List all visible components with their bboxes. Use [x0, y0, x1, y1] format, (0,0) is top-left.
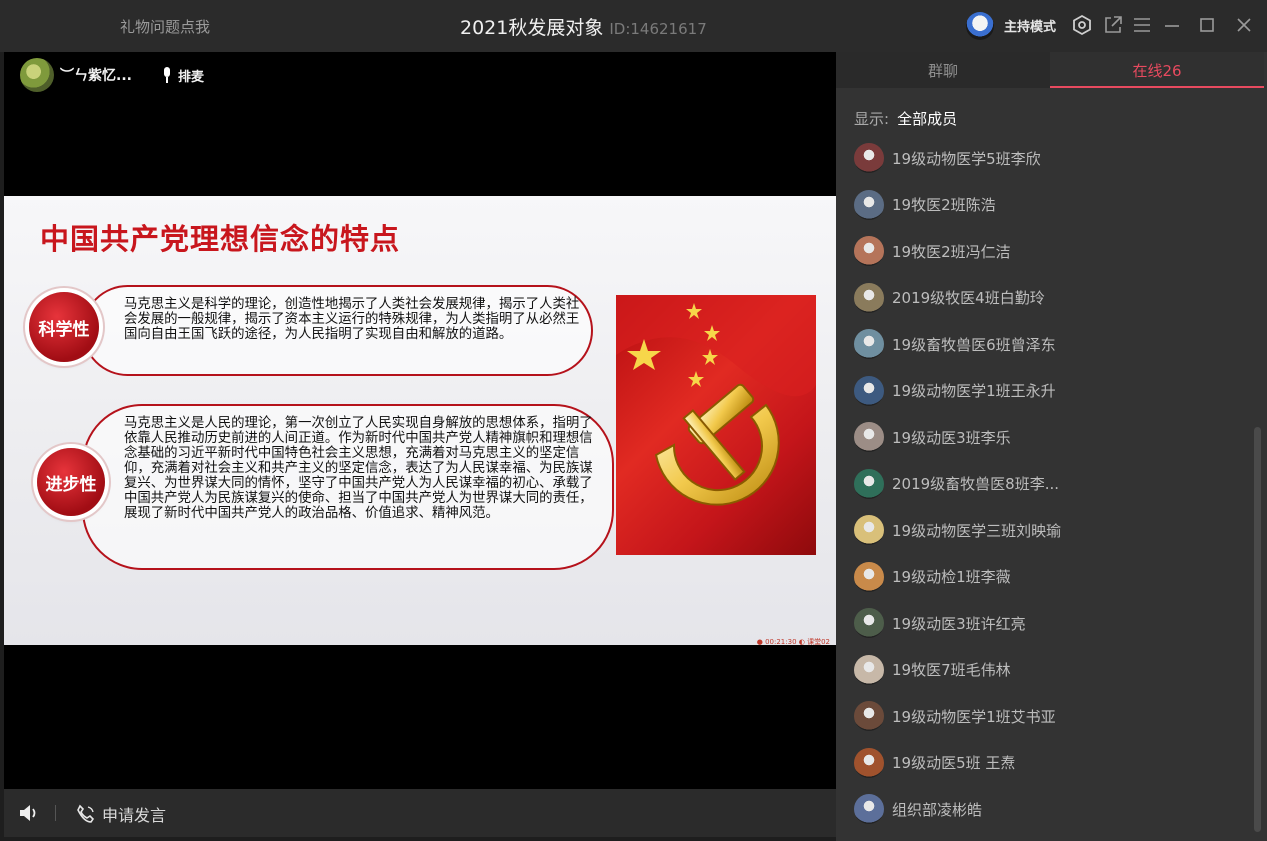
settings-icon[interactable] [1070, 13, 1094, 37]
member-item[interactable]: 19级动物医学1班艾书亚 [854, 700, 1056, 732]
member-name: 19牧医7班毛伟林 [892, 661, 1011, 679]
slide-title: 中国共产党理想信念的特点 [40, 222, 401, 256]
member-name: 19级动医5班 王焘 [892, 754, 1016, 772]
member-name: 19级动物医学1班王永升 [892, 382, 1056, 400]
member-item[interactable]: 19级动物医学三班刘映瑜 [854, 514, 1061, 546]
tab-group-chat[interactable]: 群聊 [836, 52, 1050, 88]
member-name: 19牧医2班陈浩 [892, 196, 996, 214]
member-name: 19级畜牧兽医6班曾泽东 [892, 335, 1056, 354]
panel-tabs: 群聊 在线26 [836, 52, 1267, 88]
mic-queue-button[interactable]: 排麦 [162, 66, 204, 85]
member-name: 19级动物医学1班艾书亚 [892, 707, 1056, 726]
presenter-name: ︶ㄣ紫忆... [60, 68, 132, 84]
presentation-slide: 中国共产党理想信念的特点 科学性 马克思主义是科学的理论，创造性地揭示了人类社会… [4, 196, 836, 645]
member-item[interactable]: 19级动医5班 王焘 [854, 747, 1015, 779]
maximize-icon[interactable] [1195, 13, 1219, 37]
member-filter: 显示: 全部成员 [854, 108, 957, 129]
presenter-avatar[interactable] [20, 58, 54, 92]
member-avatar [854, 515, 884, 545]
member-avatar [854, 468, 884, 499]
popout-icon[interactable] [1101, 13, 1125, 37]
video-stage: ︶ㄣ紫忆... 排麦 中国共产党理想信念的特点 科学性 马克思主义是科学的理论，… [4, 52, 836, 789]
tab-online-members[interactable]: 在线26 [1050, 52, 1264, 88]
room-title: 2021秋发展对象 ID:14621617 [460, 13, 707, 40]
member-name: 2019级牧医4班白勤玲 [892, 289, 1045, 307]
member-item[interactable]: 19牧医2班冯仁洁 [854, 235, 1011, 267]
member-avatar [854, 282, 884, 313]
filter-label: 显示: [854, 110, 890, 128]
filter-value[interactable]: 全部成员 [897, 110, 957, 128]
title-bar: 礼物问题点我 2021秋发展对象 ID:14621617 主持模式 [0, 0, 1267, 52]
member-avatar [854, 329, 884, 359]
point-text-scientific: 马克思主义是科学的理论，创造性地揭示了人类社会发展规律，揭示了人类社会发展的一般… [124, 297, 580, 342]
member-name: 19级动物医学三班刘映瑜 [892, 521, 1062, 540]
minimize-icon[interactable] [1160, 13, 1184, 37]
microphone-icon [163, 67, 170, 83]
member-avatar [854, 422, 884, 452]
member-name: 19级动检1班李薇 [892, 568, 1011, 586]
badge-progressive: 进步性 [37, 448, 105, 516]
menu-icon[interactable] [1130, 13, 1154, 37]
member-avatar [854, 143, 884, 173]
member-list-scrollbar[interactable] [1254, 427, 1261, 832]
bottom-control-bar: 申请发言 [4, 789, 836, 837]
member-avatar [854, 747, 884, 778]
member-item[interactable]: 组织部凌彬皓 [854, 793, 982, 825]
member-name: 19牧医2班冯仁洁 [892, 242, 1011, 261]
member-avatar [854, 701, 884, 731]
member-name: 19级动物医学5班李欣 [892, 149, 1041, 168]
member-item[interactable]: 19级畜牧兽医6班曾泽东 [854, 328, 1056, 360]
right-panel: 群聊 在线26 显示: 全部成员 19级动物医学5班李欣 19牧医2班陈浩 19牧医2… [836, 52, 1267, 841]
member-item[interactable]: 19牧医7班毛伟林 [854, 654, 1011, 686]
host-mode-label[interactable]: 主持模式 [1004, 16, 1056, 35]
member-item[interactable]: 19级动医3班许红亮 [854, 607, 1026, 639]
member-avatar [854, 561, 884, 592]
host-avatar[interactable] [966, 12, 994, 40]
gift-help-link[interactable]: 礼物问题点我 [120, 16, 210, 37]
slide-footer: ● 00:21:30 ◐ 课堂02 [756, 638, 830, 645]
apply-to-speak-button[interactable]: 申请发言 [76, 802, 166, 826]
member-avatar [854, 608, 884, 638]
member-avatar [854, 236, 884, 266]
member-name: 2019级畜牧兽医8班李... [892, 475, 1060, 493]
member-avatar [854, 375, 884, 406]
phone-icon [77, 804, 95, 823]
speaker-icon[interactable] [18, 803, 40, 823]
divider [55, 805, 56, 821]
badge-scientific: 科学性 [29, 292, 99, 362]
presenter-bar: ︶ㄣ紫忆... 排麦 [20, 57, 204, 93]
member-avatar [854, 189, 884, 220]
member-avatar [854, 654, 884, 685]
point-text-progressive: 马克思主义是人民的理论，第一次创立了人民实现自身解放的思想体系，指明了依靠人民推… [124, 416, 593, 521]
member-item[interactable]: 19级动物医学1班王永升 [854, 375, 1056, 407]
member-item[interactable]: 2019级牧医4班白勤玲 [854, 282, 1045, 314]
member-name: 19级动医3班李乐 [892, 428, 1011, 447]
member-item[interactable]: 19牧医2班陈浩 [854, 189, 996, 221]
active-tab-indicator [1050, 86, 1264, 88]
member-item[interactable]: 2019级畜牧兽医8班李... [854, 468, 1059, 500]
room-name: 2021秋发展对象 [460, 17, 604, 39]
mic-queue-label: 排麦 [177, 69, 204, 85]
member-item[interactable]: 19级动检1班李薇 [854, 561, 1011, 593]
member-item[interactable]: 19级动医3班李乐 [854, 421, 1011, 453]
apply-to-speak-label: 申请发言 [102, 806, 167, 825]
room-id: ID:14621617 [609, 20, 707, 38]
party-flag-image [616, 295, 816, 555]
member-avatar [854, 794, 884, 824]
close-icon[interactable] [1232, 13, 1256, 37]
member-name: 19级动医3班许红亮 [892, 614, 1026, 633]
member-name: 组织部凌彬皓 [892, 800, 983, 819]
member-item[interactable]: 19级动物医学5班李欣 [854, 142, 1041, 174]
